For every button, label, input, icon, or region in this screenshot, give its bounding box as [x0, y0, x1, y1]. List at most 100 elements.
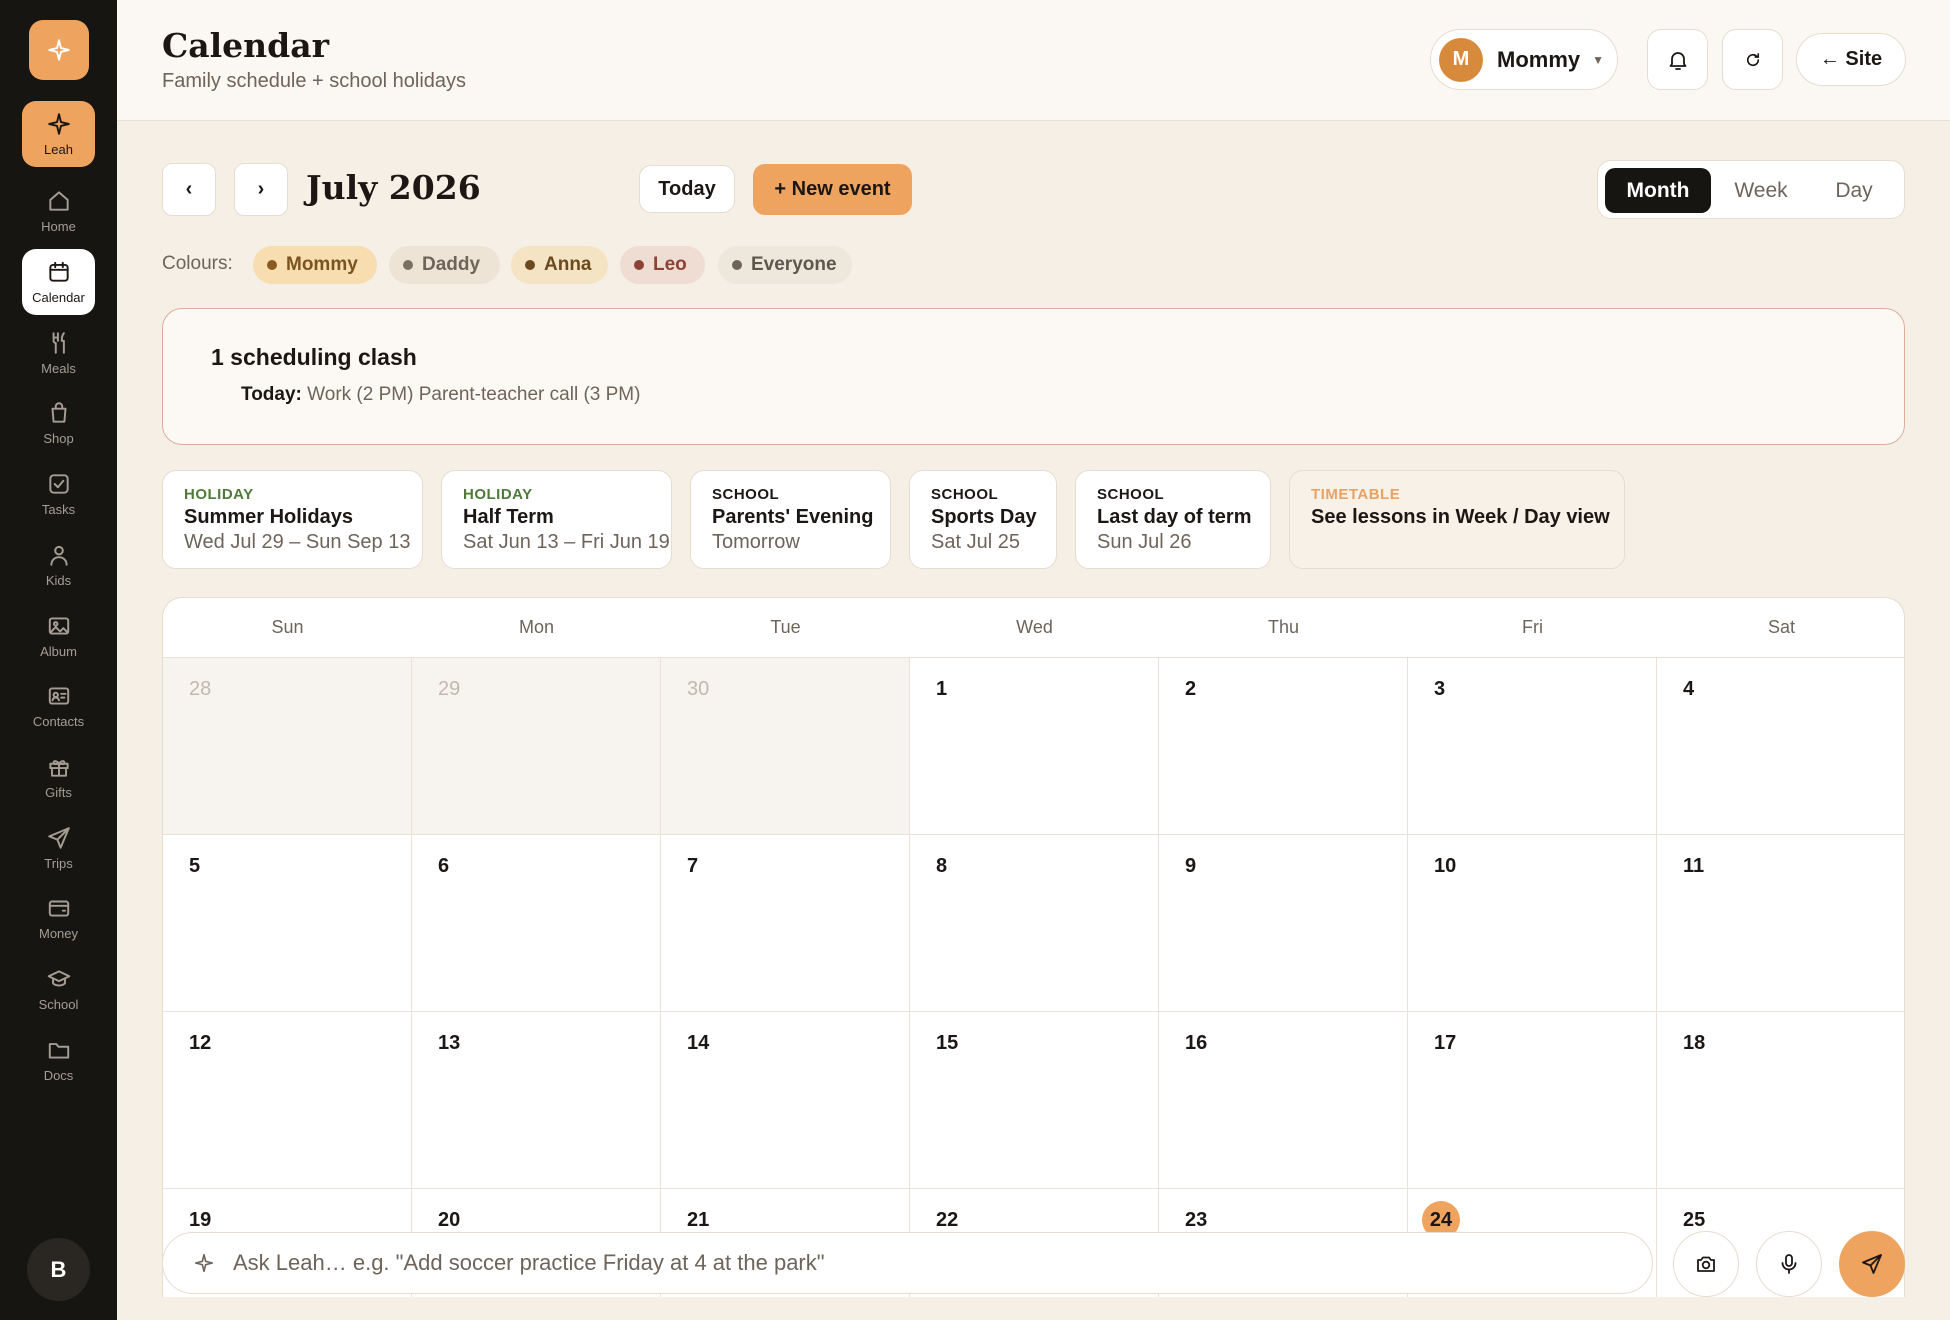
sparkle-icon: [194, 1253, 214, 1273]
camera-icon: [1697, 1256, 1715, 1272]
sidebar-item-shop[interactable]: Shop: [22, 390, 95, 456]
day-number: 18: [1683, 1032, 1706, 1054]
day-number: 22: [936, 1209, 959, 1231]
day-number: 11: [1683, 855, 1705, 877]
day-number: 28: [189, 678, 212, 700]
event-title: Half Term: [463, 506, 554, 528]
calendar-day[interactable]: 13: [412, 1012, 661, 1189]
send-button[interactable]: [1839, 1231, 1905, 1297]
legend-chip-anna[interactable]: Anna: [511, 246, 608, 284]
event-card[interactable]: HOLIDAY Half Term Sat Jun 13 – Fri Jun 19: [441, 470, 672, 569]
app-logo[interactable]: [29, 20, 89, 80]
colour-dot: [525, 260, 535, 270]
calendar-day[interactable]: 12: [163, 1012, 412, 1189]
sidebar-item-school[interactable]: School: [22, 956, 95, 1022]
sidebar-item-home[interactable]: Home: [22, 178, 95, 244]
sidebar-item-album[interactable]: Album: [22, 603, 95, 669]
calendar-day[interactable]: 2: [1159, 658, 1408, 835]
event-card[interactable]: SCHOOL Parents' Evening Tomorrow: [690, 470, 891, 569]
calendar-day[interactable]: 4: [1657, 658, 1904, 835]
event-title: Summer Holidays: [184, 506, 353, 528]
calendar-day[interactable]: 29: [412, 658, 661, 835]
event-date: Sat Jul 25: [931, 531, 1020, 553]
user-switcher[interactable]: M Mommy ▼: [1430, 29, 1618, 90]
sidebar-item-tasks[interactable]: Tasks: [22, 461, 95, 527]
calendar-day[interactable]: 28: [163, 658, 412, 835]
sidebar-item-docs[interactable]: Docs: [22, 1027, 95, 1093]
month-calendar: Sun Mon Tue Wed Thu Fri Sat 28 29 30 1 2 3 4 5 6 7 8 9 10 11…: [162, 597, 1905, 1297]
sidebar-item-label: School: [38, 997, 79, 1012]
sidebar-item-gifts[interactable]: Gifts: [22, 744, 95, 810]
legend-chip-daddy[interactable]: Daddy: [389, 246, 500, 284]
gift-icon: [48, 760, 69, 777]
scheduling-clash-banner[interactable]: 1 scheduling clash Today: Work (2 PM) Pa…: [162, 308, 1905, 445]
sidebar-item-kids[interactable]: Kids: [22, 532, 95, 598]
calendar-day[interactable]: 15: [910, 1012, 1159, 1189]
legend-chip-leo[interactable]: Leo: [620, 246, 705, 284]
calendar-day[interactable]: 6: [412, 835, 661, 1012]
event-card[interactable]: SCHOOL Sports Day Sat Jul 25: [909, 470, 1057, 569]
today-button[interactable]: Today: [639, 165, 735, 213]
calendar-day[interactable]: 3: [1408, 658, 1657, 835]
sidebar-item-money[interactable]: Money: [22, 885, 95, 951]
calendar-day[interactable]: 16: [1159, 1012, 1408, 1189]
legend-chip-label: Daddy: [422, 254, 481, 275]
refresh-button[interactable]: [1722, 29, 1783, 90]
view-day-button[interactable]: Day: [1810, 168, 1898, 213]
calendar-day[interactable]: 1: [910, 658, 1159, 835]
calendar-day[interactable]: 5: [163, 835, 412, 1012]
day-number: 8: [936, 855, 948, 877]
sidebar-item-label: Leah: [44, 142, 73, 157]
clash-title: 1 scheduling clash: [211, 344, 417, 370]
event-date: Tomorrow: [712, 531, 800, 553]
camera-button[interactable]: [1673, 1231, 1739, 1297]
sidebar-item-leah[interactable]: Leah: [22, 101, 95, 167]
weekday-header: Fri: [1408, 598, 1657, 658]
back-to-site-button[interactable]: ← Site: [1796, 33, 1906, 86]
sidebar-item-trips[interactable]: Trips: [22, 815, 95, 881]
event-kind: TIMETABLE: [1311, 486, 1401, 503]
account-avatar[interactable]: B: [27, 1238, 90, 1301]
calendar-day[interactable]: 30: [661, 658, 910, 835]
colour-dot: [634, 260, 644, 270]
prev-month-button[interactable]: ‹: [162, 163, 216, 216]
event-kind: SCHOOL: [931, 486, 999, 503]
calendar-day[interactable]: 11: [1657, 835, 1904, 1012]
sidebar-item-meals[interactable]: Meals: [22, 320, 95, 386]
sidebar-item-label: Money: [38, 926, 79, 941]
event-title: Last day of term: [1097, 506, 1252, 528]
person-icon: [49, 545, 68, 566]
calendar-icon: [48, 261, 69, 282]
microphone-button[interactable]: [1756, 1231, 1822, 1297]
view-switcher: Month Week Day: [1597, 160, 1905, 219]
calendar-day[interactable]: 17: [1408, 1012, 1657, 1189]
calendar-day[interactable]: 7: [661, 835, 910, 1012]
calendar-day[interactable]: 9: [1159, 835, 1408, 1012]
day-number: 4: [1683, 678, 1695, 700]
calendar-day[interactable]: 10: [1408, 835, 1657, 1012]
event-card[interactable]: TIMETABLE See lessons in Week / Day view: [1289, 470, 1625, 569]
calendar-day[interactable]: 18: [1657, 1012, 1904, 1189]
sidebar-item-label: Docs: [43, 1068, 74, 1083]
page-subtitle: Family schedule + school holidays: [162, 70, 467, 92]
sidebar-item-contacts[interactable]: Contacts: [22, 673, 95, 739]
view-month-button[interactable]: Month: [1605, 168, 1711, 213]
day-number: 23: [1185, 1209, 1208, 1231]
legend-chip-mommy[interactable]: Mommy: [253, 246, 377, 284]
sidebar-item-calendar[interactable]: Calendar: [22, 249, 95, 315]
event-card[interactable]: HOLIDAY Summer Holidays Wed Jul 29 – Sun S…: [162, 470, 423, 569]
home-icon: [48, 191, 69, 211]
notifications-button[interactable]: [1647, 29, 1708, 90]
event-card[interactable]: SCHOOL Last day of term Sun Jul 26: [1075, 470, 1271, 569]
sidebar-item-label: Gifts: [45, 785, 72, 800]
ask-leah-input[interactable]: Ask Leah… e.g. "Add soccer practice Frid…: [162, 1232, 1653, 1294]
next-month-button[interactable]: ›: [234, 163, 288, 216]
view-week-button[interactable]: Week: [1714, 168, 1808, 213]
legend-chip-everyone[interactable]: Everyone: [718, 246, 852, 284]
calendar-day[interactable]: 14: [661, 1012, 910, 1189]
new-event-button[interactable]: + New event: [753, 164, 912, 215]
event-title: See lessons in Week / Day view: [1311, 506, 1610, 528]
graduation-cap-icon: [47, 970, 70, 987]
event-kind: SCHOOL: [712, 486, 780, 503]
calendar-day[interactable]: 8: [910, 835, 1159, 1012]
